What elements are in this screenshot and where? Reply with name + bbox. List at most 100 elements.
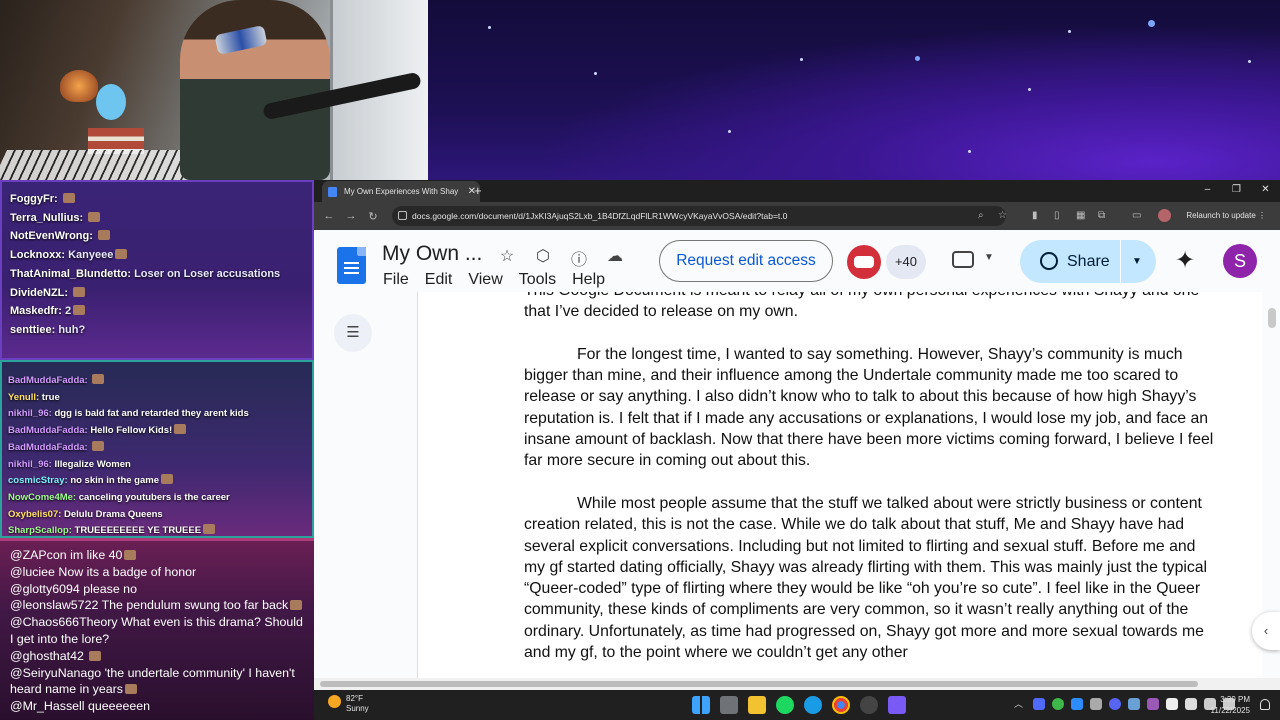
forward-arrow-icon[interactable]: → (340, 210, 362, 222)
chat-username[interactable]: @glotty6094 (10, 582, 80, 596)
obs-icon[interactable] (860, 696, 878, 714)
maximize-button[interactable]: ❐ (1222, 180, 1251, 202)
chat-username[interactable]: FoggyFr: (10, 193, 58, 205)
gemini-sparkle-icon[interactable]: ✦ (1175, 248, 1195, 274)
menu-file[interactable]: File (383, 271, 409, 289)
new-tab-button[interactable]: + (474, 180, 482, 201)
chrome-icon[interactable] (832, 696, 850, 714)
chat-username[interactable]: BadMuddaFadda: (8, 425, 88, 436)
zoom-icon[interactable]: ⌕ (978, 206, 984, 226)
chat-username[interactable]: @ghosthat42 (10, 649, 84, 663)
chat-username[interactable]: SharpScallop: (8, 525, 72, 536)
extensions-puzzle-icon[interactable]: ⧉ (1098, 206, 1105, 226)
request-edit-access-button[interactable]: Request edit access (659, 240, 833, 282)
task-view-icon[interactable] (720, 696, 738, 714)
chat-username[interactable]: @luciee (10, 565, 55, 579)
chat-text: true (41, 391, 60, 403)
tray-app-icon[interactable] (1147, 698, 1159, 710)
collaborator-avatar[interactable] (847, 245, 881, 279)
tray-app-icon[interactable] (1052, 698, 1064, 710)
share-button[interactable]: Share ▼ (1020, 240, 1156, 283)
bookmark-star-icon[interactable]: ☆ (998, 206, 1007, 226)
tray-app-icon[interactable] (1090, 698, 1102, 710)
weather-condition: Sunny (346, 704, 369, 713)
chat-username[interactable]: DivideNZL: (10, 287, 68, 299)
chat-username[interactable]: @Mr_Hassell (10, 699, 85, 713)
back-arrow-icon[interactable]: ← (318, 210, 340, 222)
chat-username[interactable]: Oxybelis07: (8, 509, 61, 520)
site-info-icon[interactable] (398, 211, 407, 220)
chat-username[interactable]: nikhil_96: (8, 408, 52, 419)
paragraph: While most people assume that the stuff … (524, 494, 1208, 662)
chat-text: Now its a badge of honor (58, 564, 197, 579)
chat-username[interactable]: NowCome4Me: (8, 492, 76, 503)
account-avatar[interactable]: S (1223, 244, 1257, 278)
tray-app-icon[interactable] (1166, 698, 1178, 710)
reload-icon[interactable]: ↻ (362, 210, 384, 223)
document-page[interactable]: This Google Document is meant to relay a… (417, 292, 1262, 678)
trash-extension-icon[interactable]: ▯ (1054, 206, 1060, 226)
chat-username[interactable]: cosmicStray: (8, 475, 68, 486)
menu-tools[interactable]: Tools (519, 271, 556, 289)
edge-icon[interactable] (804, 696, 822, 714)
chat-message: NotEvenWrong: (2, 227, 312, 246)
meet-dropdown-icon[interactable]: ▼ (984, 252, 994, 263)
tray-app-icon[interactable] (1071, 698, 1083, 710)
chat-username[interactable]: @Chaos666Theory (10, 615, 118, 629)
chat-username[interactable]: @SeiryuNanago (10, 666, 101, 680)
weather-widget[interactable]: 82°F Sunny (328, 694, 369, 714)
chat-username[interactable]: Terra_Nullius: (10, 212, 83, 224)
docs-extension-icon[interactable]: ▮ (1032, 206, 1038, 226)
menu-edit[interactable]: Edit (425, 271, 453, 289)
clock[interactable]: 3:39 PM 11/22/2025 (1211, 694, 1250, 716)
chat-username[interactable]: Maskedfr: (10, 305, 62, 317)
discord-icon[interactable] (1109, 698, 1121, 710)
chat-username[interactable]: nikhil_96: (8, 459, 52, 470)
relaunch-button[interactable]: Relaunch to update ⋮ (1158, 206, 1274, 226)
tray-app-icon[interactable] (1033, 698, 1045, 710)
notification-bell-icon[interactable] (1260, 699, 1270, 710)
outline-list-icon[interactable]: ☰ (334, 314, 372, 352)
horizontal-scrollbar[interactable] (314, 678, 1280, 690)
close-window-button[interactable]: ✕ (1251, 180, 1280, 202)
tab-docs[interactable]: My Own Experiences With Shay ✕ (322, 181, 480, 202)
star-icon[interactable]: ☆ (496, 246, 518, 270)
chat-username[interactable]: senttiee: (10, 324, 55, 336)
share-dropdown-icon[interactable]: ▼ (1132, 240, 1142, 283)
chat-message: FoggyFr: (2, 190, 312, 209)
steam-icon[interactable] (1128, 698, 1140, 710)
chat-username[interactable]: Yenull: (8, 392, 39, 403)
chat-message: @luciee Now its a badge of honor (0, 564, 314, 581)
vertical-scrollbar[interactable] (1268, 308, 1276, 328)
more-menu-icon[interactable]: ⋮ (1258, 211, 1266, 220)
chat-username[interactable]: @ZAPcon (10, 548, 67, 562)
grid-extension-icon[interactable]: ▦ (1076, 206, 1085, 226)
minimize-button[interactable]: – (1193, 180, 1222, 202)
menu-view[interactable]: View (468, 271, 502, 289)
chat-username[interactable]: Locknoxx: (10, 249, 65, 261)
info-icon[interactable]: ⓘ (568, 246, 590, 270)
cloud-status-icon[interactable]: ☁ (604, 246, 626, 270)
chat-username[interactable]: BadMuddaFadda: (8, 442, 88, 453)
chat-username[interactable]: ThatAnimal_Blundetto: (10, 268, 131, 280)
tray-app-icon[interactable] (1185, 698, 1197, 710)
chat-username[interactable]: NotEvenWrong: (10, 230, 93, 242)
scroll-thumb[interactable] (320, 681, 1198, 687)
chat-username[interactable]: @leonslaw5722 (10, 598, 98, 612)
profile-avatar-icon[interactable] (1158, 209, 1172, 222)
meet-camera-icon[interactable] (952, 251, 974, 268)
menu-help[interactable]: Help (572, 271, 605, 289)
windows-start-icon[interactable] (692, 696, 710, 714)
chat-message: ThatAnimal_Blundetto: Loser on Loser acc… (2, 265, 312, 284)
file-explorer-icon[interactable] (748, 696, 766, 714)
tray-overflow-icon[interactable]: ︿ (1014, 698, 1026, 710)
url-bar[interactable]: docs.google.com/document/d/1JxKI3AjuqS2L… (392, 206, 1006, 226)
collaborator-count[interactable]: +40 (886, 245, 926, 279)
tab-search-icon[interactable]: ▭ (1132, 206, 1141, 226)
docs-logo-icon[interactable] (337, 247, 366, 284)
app-icon[interactable] (888, 696, 906, 714)
spotify-icon[interactable] (776, 696, 794, 714)
document-title[interactable]: My Own ... (382, 242, 482, 266)
move-icon[interactable]: ⬡ (532, 246, 554, 270)
chat-username[interactable]: BadMuddaFadda: (8, 375, 88, 386)
